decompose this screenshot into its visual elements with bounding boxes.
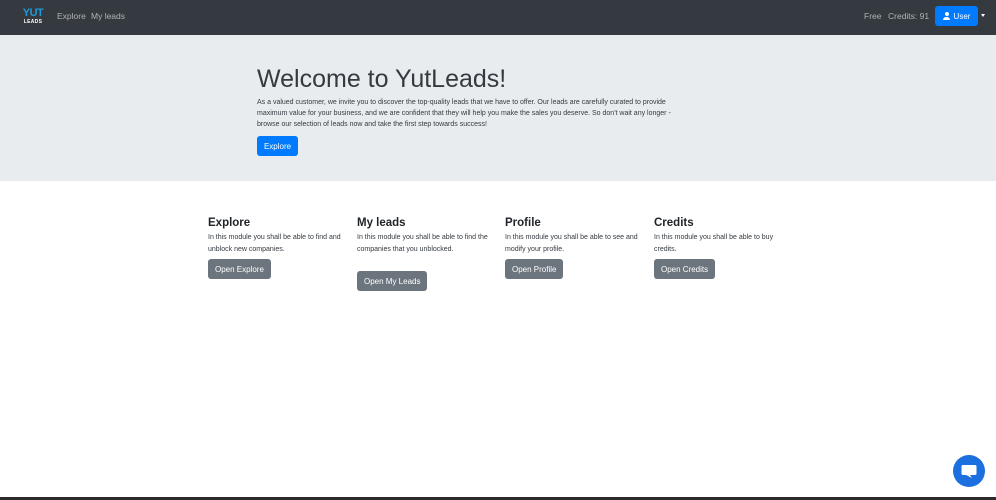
open-my-leads-button[interactable]: Open My Leads xyxy=(357,271,428,291)
open-credits-button[interactable]: Open Credits xyxy=(654,259,716,279)
module-title-explore: Explore xyxy=(208,217,251,229)
module-description-credits: In this module you shall be able to buy … xyxy=(654,234,774,253)
credits-count: Credits: 91 xyxy=(888,11,930,21)
module-card-my-leads: My leads In this module you shall be abl… xyxy=(357,216,497,256)
welcome-jumbotron: Welcome to YutLeads! As a valued custome… xyxy=(0,35,996,181)
hero-explore-button[interactable]: Explore xyxy=(257,136,298,156)
module-description-profile: In this module you shall be able to see … xyxy=(505,234,638,253)
brand-logo[interactable]: YUT LEADS xyxy=(22,8,44,28)
module-title-my-leads: My leads xyxy=(357,217,406,229)
module-card-explore: Explore In this module you shall be able… xyxy=(208,216,348,256)
top-navbar: YUT LEADS Explore My leads Free Credits:… xyxy=(0,0,996,35)
page-title: Welcome to YutLeads! xyxy=(257,65,507,93)
module-card-profile: Profile In this module you shall be able… xyxy=(505,216,645,256)
nav-link-explore[interactable]: Explore xyxy=(57,11,86,21)
caret-down-icon[interactable] xyxy=(981,14,985,17)
module-card-credits: Credits In this module you shall be able… xyxy=(654,216,794,256)
plan-label: Free xyxy=(864,11,882,21)
chat-bubble-icon xyxy=(961,464,977,478)
open-explore-button[interactable]: Open Explore xyxy=(208,259,271,279)
module-title-credits: Credits xyxy=(654,217,694,229)
module-title-profile: Profile xyxy=(505,217,541,229)
brand-logo-top: YUT xyxy=(22,7,44,19)
user-menu-label: User xyxy=(953,11,971,21)
brand-logo-bottom: LEADS xyxy=(23,19,43,25)
user-menu-button[interactable]: User xyxy=(935,6,978,26)
nav-link-my-leads[interactable]: My leads xyxy=(91,11,125,21)
module-description-explore: In this module you shall be able to find… xyxy=(208,234,341,253)
module-description-my-leads: In this module you shall be able to find… xyxy=(357,234,488,253)
welcome-text: As a valued customer, we invite you to d… xyxy=(257,99,671,128)
open-profile-button[interactable]: Open Profile xyxy=(505,259,564,279)
chat-widget-button[interactable] xyxy=(953,455,985,487)
user-icon xyxy=(943,12,951,20)
